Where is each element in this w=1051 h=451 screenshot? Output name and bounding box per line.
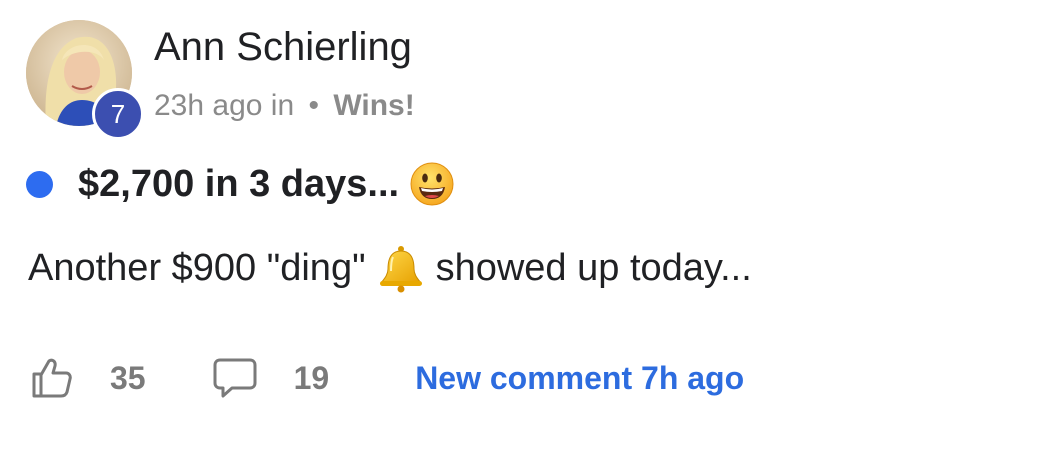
like-button[interactable]: 35 [30,356,146,400]
comment-count: 19 [293,359,330,396]
post-category-link[interactable]: Wins! [333,89,414,122]
author-name[interactable]: Ann Schierling [154,24,412,70]
meta-separator: • [308,89,319,122]
thumbs-up-icon [32,358,72,398]
bell-icon [379,246,422,293]
post-meta: 23h ago in • Wins! [154,86,415,126]
post-body-text-before: Another $900 "ding" [28,246,366,289]
post-body: Another $900 "ding" showed up today... [28,240,752,296]
post-header: 7 Ann Schierling 23h ago in • Wins! [26,20,926,140]
comment-bubble-icon [213,358,257,398]
level-badge: 7 [92,88,144,140]
grinning-face-icon [410,162,454,206]
post-actions: 35 19 New comment 7h ago [30,352,744,404]
post-time: 23h ago in [154,89,295,122]
post-title[interactable]: $2,700 in 3 days... [78,163,399,206]
unread-indicator [26,170,53,198]
post-body-text-after: showed up today... [435,246,752,289]
like-count: 35 [110,359,146,396]
post-card: 7 Ann Schierling 23h ago in • Wins! $2,7… [0,0,1051,451]
comment-button[interactable]: 19 [212,357,330,399]
new-comment-link[interactable]: New comment 7h ago [415,360,744,397]
post-title-row[interactable]: $2,700 in 3 days... [26,156,455,212]
